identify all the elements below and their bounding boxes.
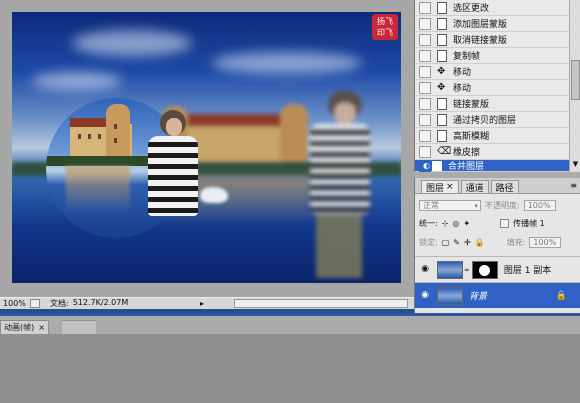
history-snapshot-checkbox[interactable]: [419, 81, 431, 94]
animation-tab-label: 动画(帧): [4, 323, 35, 332]
history-step-icon: [437, 97, 447, 110]
layer-mask-thumbnail[interactable]: [471, 260, 498, 279]
blend-mode-select[interactable]: 正常 ▾: [419, 200, 481, 211]
layers-panel: 图层 × 通道 路径 ≡ 正常 ▾ 不透明度: 100% 统一: ⊹ ◎ ✦ 传播…: [414, 178, 580, 313]
document-workspace: 扬飞 印飞: [0, 0, 414, 297]
history-snapshot-checkbox[interactable]: [419, 145, 431, 158]
history-item[interactable]: ✥ 移动: [415, 64, 569, 80]
layers-panel-tabs: 图层 × 通道 路径 ≡: [415, 178, 580, 194]
chain-link-icon[interactable]: ∞: [464, 266, 470, 274]
document-size: 文档: 512.7K/2.07M: [50, 298, 129, 308]
lock-label: 锁定:: [419, 238, 438, 247]
history-scrollbar[interactable]: ▼: [569, 0, 580, 172]
history-step-icon: [437, 113, 447, 126]
history-snapshot-checkbox[interactable]: [419, 97, 431, 110]
close-icon[interactable]: ×: [38, 323, 45, 332]
move-tool-icon: ✥: [437, 81, 446, 93]
history-item-active[interactable]: ◐ 合并图层: [415, 159, 569, 172]
tab-paths[interactable]: 路径: [490, 180, 519, 194]
unify-style-icon[interactable]: ✦: [463, 219, 470, 228]
history-step-icon: [437, 17, 447, 30]
layer-thumbnail: [437, 286, 463, 305]
history-snapshot-checkbox[interactable]: [419, 129, 431, 142]
sharp-castle: [64, 104, 134, 162]
eye-icon[interactable]: ◉: [419, 290, 431, 302]
lock-icon: 🔒: [555, 290, 567, 301]
layer-row[interactable]: ◉ ∞ 图层 1 副本: [415, 256, 580, 282]
history-item[interactable]: 取消链接蒙版: [415, 32, 569, 48]
panel-menu-icon[interactable]: ≡: [570, 181, 577, 190]
tab-channels[interactable]: 通道: [460, 180, 489, 194]
zoom-level[interactable]: 100%: [0, 299, 30, 308]
history-snapshot-checkbox[interactable]: [419, 1, 431, 14]
status-menu-icon[interactable]: [30, 299, 40, 308]
animation-panel-tab[interactable]: 动画(帧) ×: [0, 320, 49, 334]
history-item[interactable]: ✥ 移动: [415, 80, 569, 96]
history-item[interactable]: 选区更改: [415, 0, 569, 16]
history-item[interactable]: ⌫ 橡皮擦: [415, 144, 569, 160]
tab-layers[interactable]: 图层 ×: [421, 180, 459, 194]
layer-row-active[interactable]: ◉ 背景 🔒: [415, 282, 580, 308]
history-item[interactable]: 高斯模糊: [415, 128, 569, 144]
history-item[interactable]: 添加图层蒙版: [415, 16, 569, 32]
history-snapshot-checkbox[interactable]: [419, 113, 431, 126]
status-bar: 100% 文档: 512.7K/2.07M ▸: [0, 297, 414, 309]
unify-visibility-icon[interactable]: ◎: [452, 219, 459, 228]
history-item[interactable]: 通过拷贝的图层: [415, 112, 569, 128]
history-step-icon: [437, 1, 447, 14]
blend-row: 正常 ▾ 不透明度: 100%: [419, 200, 556, 211]
history-snapshot-checkbox[interactable]: [419, 17, 431, 30]
lock-move-icon[interactable]: ✛: [464, 238, 471, 247]
history-snapshot-checkbox[interactable]: [419, 49, 431, 62]
unify-position-icon[interactable]: ⊹: [442, 219, 449, 228]
history-step-icon: [437, 33, 447, 46]
scroll-down-icon[interactable]: ▼: [571, 160, 580, 170]
move-tool-icon: ✥: [437, 65, 446, 77]
animation-frame-strip: [62, 320, 96, 334]
divider-bar-2: [0, 313, 580, 316]
opacity-label: 不透明度:: [485, 201, 520, 210]
history-item[interactable]: 复制帧: [415, 48, 569, 64]
horizontal-scrollbar[interactable]: [234, 299, 409, 308]
scrollbar-thumb[interactable]: [571, 60, 580, 100]
close-icon[interactable]: ×: [446, 182, 454, 192]
status-arrow-icon[interactable]: ▸: [200, 299, 204, 308]
person-blurred: [302, 90, 380, 280]
unify-label: 统一:: [419, 219, 438, 228]
fill-field[interactable]: 100%: [529, 237, 562, 248]
photoshop-window: 扬飞 印飞 100% 文档: 512.7K/2.07M ▸ 动画(帧) × 选区更…: [0, 0, 580, 403]
lock-row: 锁定: ▢ ✎ ✛ 🔒 填充: 100%: [419, 237, 562, 248]
opacity-field[interactable]: 100%: [523, 200, 556, 211]
history-step-icon: [437, 49, 447, 62]
animation-panel-body: [0, 334, 580, 403]
propagate-label: 传播帧 1: [513, 219, 545, 228]
fill-label: 填充:: [506, 238, 526, 247]
history-state-marker-icon: ◐: [423, 161, 430, 170]
document-canvas[interactable]: 扬飞 印飞: [12, 12, 401, 283]
person-sharp: [142, 108, 206, 238]
unify-row: 统一: ⊹ ◎ ✦ 传播帧 1: [419, 218, 545, 229]
lock-transparency-icon[interactable]: ▢: [442, 238, 450, 247]
seal-stamp: 扬飞 印飞: [372, 14, 398, 40]
history-item[interactable]: 链接蒙版: [415, 96, 569, 112]
history-step-icon: [437, 129, 447, 142]
eraser-icon: ⌫: [437, 145, 452, 157]
history-snapshot-checkbox[interactable]: [419, 33, 431, 46]
history-step-icon: [431, 160, 442, 171]
history-panel: 选区更改 添加图层蒙版 取消链接蒙版 复制帧 ✥ 移动 ✥ 移动 链接蒙版 通过…: [414, 0, 580, 172]
lock-all-icon[interactable]: 🔒: [475, 238, 485, 247]
propagate-checkbox[interactable]: [500, 219, 510, 228]
layer-thumbnail: [437, 260, 463, 279]
chevron-down-icon: ▾: [474, 201, 478, 210]
eye-icon[interactable]: ◉: [419, 264, 431, 276]
history-snapshot-checkbox[interactable]: [419, 65, 431, 78]
lock-paint-icon[interactable]: ✎: [453, 238, 460, 247]
